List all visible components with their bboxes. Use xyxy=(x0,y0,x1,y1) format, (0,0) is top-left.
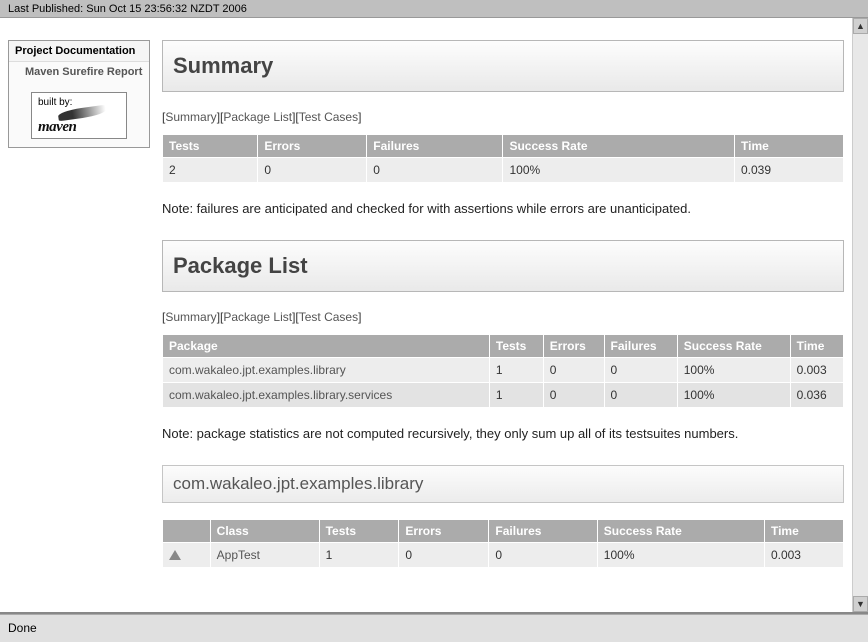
summary-table: Tests Errors Failures Success Rate Time … xyxy=(162,134,844,183)
package-list-heading: Package List xyxy=(173,253,833,279)
cell-tests: 1 xyxy=(319,543,399,568)
col-success: Success Rate xyxy=(677,335,790,358)
class-table: Class Tests Errors Failures Success Rate… xyxy=(162,519,844,568)
cell-time: 0.039 xyxy=(735,158,844,183)
status-bar: Done xyxy=(0,614,868,642)
table-header-row: Class Tests Errors Failures Success Rate… xyxy=(163,520,844,543)
col-errors: Errors xyxy=(258,135,367,158)
col-tests: Tests xyxy=(489,335,543,358)
cell-tests: 1 xyxy=(489,383,543,408)
scroll-down-icon[interactable]: ▼ xyxy=(853,596,868,612)
sidebar: Project Documentation Maven Surefire Rep… xyxy=(0,18,158,612)
link-summary[interactable]: Summary xyxy=(165,310,216,324)
maven-logo-wrap: built by: maven xyxy=(9,84,149,147)
feather-icon xyxy=(58,105,107,122)
cell-success: 100% xyxy=(677,383,790,408)
maven-logo[interactable]: built by: maven xyxy=(31,92,127,139)
cell-failures: 0 xyxy=(604,383,677,408)
package-note: Note: package statistics are not compute… xyxy=(162,426,844,441)
cell-tests: 1 xyxy=(489,358,543,383)
col-time: Time xyxy=(735,135,844,158)
col-errors: Errors xyxy=(399,520,489,543)
content-area: Summary [Summary][Package List][Test Cas… xyxy=(158,18,852,612)
col-icon xyxy=(163,520,211,543)
class-link[interactable]: AppTest xyxy=(217,548,260,562)
sidebar-box: Project Documentation Maven Surefire Rep… xyxy=(8,40,150,148)
cell-time: 0.003 xyxy=(790,358,843,383)
cell-icon xyxy=(163,543,211,568)
col-tests: Tests xyxy=(319,520,399,543)
table-row: 2 0 0 100% 0.039 xyxy=(163,158,844,183)
cell-failures: 0 xyxy=(604,358,677,383)
link-package-list[interactable]: Package List xyxy=(223,110,292,124)
col-time: Time xyxy=(764,520,843,543)
cell-time: 0.036 xyxy=(790,383,843,408)
summary-nav-links: [Summary][Package List][Test Cases] xyxy=(162,110,844,124)
cell-errors: 0 xyxy=(258,158,367,183)
package-detail-name: com.wakaleo.jpt.examples.library xyxy=(173,474,833,494)
link-package-list[interactable]: Package List xyxy=(223,310,292,324)
cell-errors: 0 xyxy=(543,383,604,408)
sidebar-item-surefire[interactable]: Maven Surefire Report xyxy=(9,62,149,84)
col-class: Class xyxy=(210,520,319,543)
table-header-row: Tests Errors Failures Success Rate Time xyxy=(163,135,844,158)
table-row: com.wakaleo.jpt.examples.library 1 0 0 1… xyxy=(163,358,844,383)
summary-heading: Summary xyxy=(173,53,833,79)
cell-tests: 2 xyxy=(163,158,258,183)
col-time: Time xyxy=(790,335,843,358)
cell-success: 100% xyxy=(677,358,790,383)
col-errors: Errors xyxy=(543,335,604,358)
summary-note: Note: failures are anticipated and check… xyxy=(162,201,844,216)
last-published-bar: Last Published: Sun Oct 15 23:56:32 NZDT… xyxy=(0,0,868,18)
table-header-row: Package Tests Errors Failures Success Ra… xyxy=(163,335,844,358)
maven-text: maven xyxy=(38,119,76,135)
package-detail-header: com.wakaleo.jpt.examples.library xyxy=(162,465,844,503)
last-published-text: Last Published: Sun Oct 15 23:56:32 NZDT… xyxy=(8,3,247,15)
package-list-section-header: Package List xyxy=(162,240,844,292)
col-failures: Failures xyxy=(367,135,503,158)
package-link[interactable]: com.wakaleo.jpt.examples.library.service… xyxy=(169,388,392,402)
package-list-table: Package Tests Errors Failures Success Ra… xyxy=(162,334,844,408)
package-nav-links: [Summary][Package List][Test Cases] xyxy=(162,310,844,324)
col-failures: Failures xyxy=(604,335,677,358)
cell-failures: 0 xyxy=(489,543,597,568)
cell-success: 100% xyxy=(503,158,735,183)
col-package: Package xyxy=(163,335,490,358)
summary-section-header: Summary xyxy=(162,40,844,92)
warning-icon xyxy=(169,550,181,560)
cell-errors: 0 xyxy=(399,543,489,568)
col-success: Success Rate xyxy=(503,135,735,158)
vertical-scrollbar[interactable]: ▲ ▼ xyxy=(852,18,868,612)
table-row: com.wakaleo.jpt.examples.library.service… xyxy=(163,383,844,408)
cell-time: 0.003 xyxy=(764,543,843,568)
package-link[interactable]: com.wakaleo.jpt.examples.library xyxy=(169,363,346,377)
col-tests: Tests xyxy=(163,135,258,158)
col-success: Success Rate xyxy=(597,520,764,543)
cell-success: 100% xyxy=(597,543,764,568)
link-test-cases[interactable]: Test Cases xyxy=(299,110,358,124)
scroll-up-icon[interactable]: ▲ xyxy=(853,18,868,34)
link-test-cases[interactable]: Test Cases xyxy=(299,310,358,324)
sidebar-title: Project Documentation xyxy=(9,41,149,62)
col-failures: Failures xyxy=(489,520,597,543)
table-row: AppTest 1 0 0 100% 0.003 xyxy=(163,543,844,568)
cell-errors: 0 xyxy=(543,358,604,383)
built-by-label: built by: xyxy=(38,97,72,108)
status-text: Done xyxy=(8,621,37,635)
cell-failures: 0 xyxy=(367,158,503,183)
link-summary[interactable]: Summary xyxy=(165,110,216,124)
